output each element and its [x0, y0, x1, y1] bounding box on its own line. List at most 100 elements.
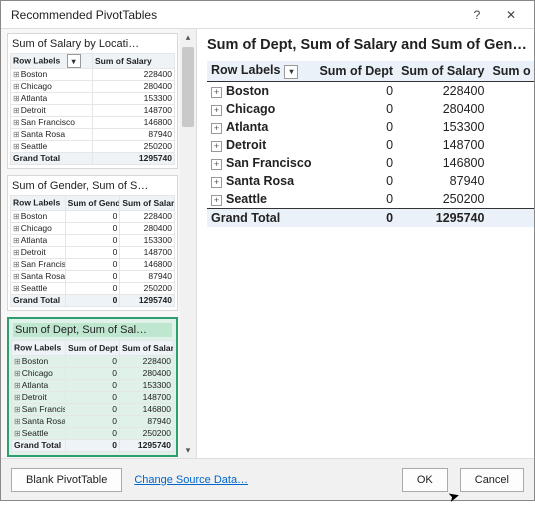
table-row: ⊞Boston0228400 [12, 356, 174, 368]
preview-cell: 153300 [397, 118, 488, 136]
expand-icon[interactable]: + [211, 105, 222, 116]
table-row: ⊞Detroit148700 [11, 105, 175, 117]
thumbnails-scrollbar[interactable]: ▴ ▾ [180, 29, 196, 458]
expand-icon[interactable]: ⊞ [14, 381, 22, 390]
thumbnail-cell: ⊞Atlanta [11, 93, 93, 105]
thumbnail-cell: ⊞Detroit [12, 392, 66, 404]
thumbnail-cell: 0 [66, 356, 120, 368]
thumbnail-cell: 0 [65, 235, 120, 247]
thumbnail-header: Sum of Gender [65, 196, 120, 211]
expand-icon[interactable]: + [211, 123, 222, 134]
table-row: ⊞Boston0228400 [11, 211, 175, 223]
help-button[interactable]: ? [460, 4, 494, 26]
thumbnail-header: Sum of Salary [93, 54, 175, 69]
thumbnail-cell: 87940 [120, 271, 175, 283]
thumbnail-cell: 0 [65, 295, 120, 307]
thumbnail-cell: Grand Total [12, 440, 66, 452]
expand-icon[interactable]: ⊞ [13, 236, 21, 245]
thumbnail-cell: 146800 [120, 404, 174, 416]
thumbnail-cell: ⊞Chicago [11, 81, 93, 93]
thumbnail-cell: 1295740 [93, 153, 175, 165]
thumbnail-cell: ⊞Santa Rosa [11, 129, 93, 141]
table-row: ⊞Chicago280400 [11, 81, 175, 93]
pivot-thumbnail[interactable]: Sum of Salary by Locati… Row Labels ▾Sum … [7, 33, 178, 169]
scroll-down-arrow-icon[interactable]: ▾ [180, 442, 196, 458]
expand-icon[interactable]: ⊞ [13, 260, 21, 269]
expand-icon[interactable]: ⊞ [14, 369, 22, 378]
thumbnail-cell: ⊞San Francisco [12, 404, 66, 416]
thumbnail-cell: 228400 [120, 211, 175, 223]
table-row: ⊞San Francisco146800 [11, 117, 175, 129]
pivot-thumbnail[interactable]: Sum of Dept, Sum of Sal…Row Labels ▾Sum … [7, 317, 178, 457]
preview-cell: 0 [315, 172, 397, 190]
expand-icon[interactable]: ⊞ [13, 142, 21, 151]
thumbnail-cell: ⊞Seattle [11, 283, 66, 295]
expand-icon[interactable]: ⊞ [13, 82, 21, 91]
thumbnail-cell: 0 [66, 404, 120, 416]
expand-icon[interactable]: ⊞ [13, 272, 21, 281]
expand-icon[interactable]: ⊞ [13, 224, 21, 233]
preview-cell: 0 [315, 208, 397, 227]
thumbnail-cell: 0 [66, 416, 120, 428]
expand-icon[interactable]: + [211, 141, 222, 152]
thumbnail-cell: 0 [66, 428, 120, 440]
table-row: ⊞Chicago0280400 [11, 223, 175, 235]
dialog-content: Sum of Salary by Locati…Row Labels ▾Sum … [1, 29, 534, 458]
thumbnail-header: Row Labels ▾ [11, 54, 93, 69]
thumbnail-header: Row Labels ▾ [12, 341, 66, 356]
thumbnail-cell: 0 [65, 223, 120, 235]
change-source-data-link[interactable]: Change Source Data… [134, 474, 248, 486]
cancel-button[interactable]: Cancel [460, 468, 524, 492]
expand-icon[interactable]: ⊞ [13, 212, 21, 221]
expand-icon[interactable]: ⊞ [13, 106, 21, 115]
expand-icon[interactable]: + [211, 195, 222, 206]
thumbnail-cell: 146800 [93, 117, 175, 129]
dropdown-icon[interactable]: ▾ [284, 65, 298, 79]
table-row: +Chicago0280400 [207, 100, 534, 118]
expand-icon[interactable]: ⊞ [13, 94, 21, 103]
dialog-title: Recommended PivotTables [11, 8, 460, 22]
preview-cell: 146800 [397, 154, 488, 172]
preview-cell: 250200 [397, 190, 488, 209]
thumbnail-cell: 228400 [120, 356, 174, 368]
blank-pivottable-button[interactable]: Blank PivotTable [11, 468, 122, 492]
preview-cell: +Boston [207, 81, 315, 100]
thumbnail-cell: Grand Total [11, 295, 66, 307]
thumbnail-title: Sum of Dept, Sum of Sal… [13, 323, 172, 337]
expand-icon[interactable]: + [211, 87, 222, 98]
close-button[interactable]: ✕ [494, 4, 528, 26]
thumbnail-cell: 87940 [93, 129, 175, 141]
thumbnail-cell: 153300 [120, 380, 174, 392]
pivot-thumbnail[interactable]: Sum of Gender, Sum of S…Row Labels ▾Sum … [7, 175, 178, 311]
expand-icon[interactable]: + [211, 159, 222, 170]
preview-cell: 0 [315, 118, 397, 136]
expand-icon[interactable]: ⊞ [14, 357, 22, 366]
scroll-thumb[interactable] [182, 47, 194, 127]
thumbnail-cell: ⊞San Francisco [11, 117, 93, 129]
grand-total-row: Grand Total01295740 [207, 208, 534, 227]
expand-icon[interactable]: ⊞ [13, 130, 21, 139]
preview-cell: 0 [315, 81, 397, 100]
expand-icon[interactable]: ⊞ [13, 118, 21, 127]
table-row: +Seattle0250200 [207, 190, 534, 209]
preview-cell: 1295740 [397, 208, 488, 227]
preview-cell: 228400 [397, 81, 488, 100]
expand-icon[interactable]: ⊞ [14, 393, 22, 402]
expand-icon[interactable]: ⊞ [14, 405, 22, 414]
preview-pane: Sum of Dept, Sum of Salary and Sum of Ge… [197, 29, 534, 458]
table-row: +Atlanta0153300 [207, 118, 534, 136]
expand-icon[interactable]: ⊞ [14, 417, 22, 426]
expand-icon[interactable]: + [211, 177, 222, 188]
preview-table: Row Labels▾Sum of DeptSum of SalarySum o… [207, 61, 534, 227]
expand-icon[interactable]: ⊞ [13, 248, 21, 257]
expand-icon[interactable]: ⊞ [13, 284, 21, 293]
preview-cell: 0 [315, 154, 397, 172]
preview-cell: 87940 [397, 172, 488, 190]
expand-icon[interactable]: ⊞ [14, 429, 22, 438]
dropdown-icon[interactable]: ▾ [67, 54, 81, 68]
ok-button[interactable]: OK [402, 468, 448, 492]
scroll-up-arrow-icon[interactable]: ▴ [180, 29, 196, 45]
expand-icon[interactable]: ⊞ [13, 70, 21, 79]
table-row: ⊞San Francisco0146800 [11, 259, 175, 271]
thumbnail-title: Sum of Salary by Locati… [12, 38, 173, 50]
